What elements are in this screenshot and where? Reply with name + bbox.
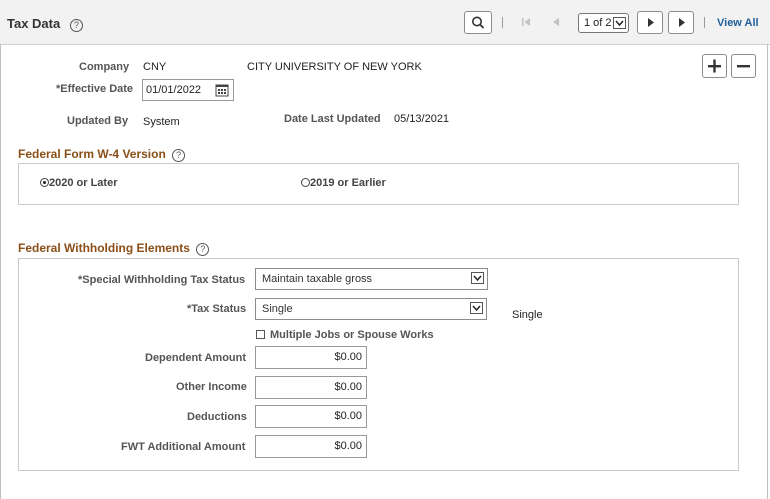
toolbar-separator (502, 17, 503, 28)
w4-option-2019-label: 2019 or Earlier (310, 177, 386, 189)
minus-icon (737, 65, 750, 68)
deductions-label: Deductions (187, 411, 247, 423)
toolbar-separator (704, 17, 705, 28)
radio-unselected-icon[interactable] (301, 178, 310, 187)
checkbox-icon[interactable] (256, 330, 265, 339)
add-row-button[interactable] (702, 54, 727, 78)
last-page-button[interactable] (668, 11, 694, 34)
page-title: Tax Data ? (7, 16, 83, 32)
other-income-field[interactable]: $0.00 (255, 376, 367, 399)
date-last-updated-label: Date Last Updated (284, 113, 381, 125)
plus-icon (708, 59, 721, 73)
w4-option-2019[interactable]: 2019 or Earlier (301, 177, 386, 189)
remove-row-button[interactable] (731, 54, 756, 78)
multiple-jobs-label: Multiple Jobs or Spouse Works (270, 329, 434, 341)
last-icon (679, 18, 685, 27)
company-code: CNY (143, 61, 167, 73)
special-status-value: Maintain taxable gross (262, 273, 373, 285)
help-icon[interactable]: ? (69, 19, 83, 32)
help-icon[interactable]: ? (196, 243, 210, 256)
chevron-down-icon (471, 272, 484, 284)
multiple-jobs-option[interactable]: Multiple Jobs or Spouse Works (256, 329, 434, 341)
tax-status-display: Single (512, 309, 543, 321)
updated-by-label: Updated By (67, 115, 129, 127)
help-icon[interactable]: ? (172, 149, 186, 162)
deductions-field[interactable]: $0.00 (255, 405, 367, 428)
next-icon (648, 18, 654, 27)
tax-status-select[interactable]: Single (255, 298, 487, 320)
tax-status-value: Single (262, 303, 293, 315)
search-icon (472, 16, 485, 29)
tax-status-label: *Tax Status (187, 303, 247, 315)
fwh-section-title-text: Federal Withholding Elements (18, 241, 190, 255)
dependent-amount-label: Dependent Amount (145, 352, 247, 364)
company-name: CITY UNIVERSITY OF NEW YORK (247, 61, 422, 73)
fwt-additional-label: FWT Additional Amount (121, 441, 246, 453)
search-button[interactable] (464, 11, 492, 34)
chevron-down-icon (470, 302, 483, 314)
previous-page-icon[interactable] (550, 16, 562, 28)
chevron-down-icon (613, 17, 626, 29)
view-all-link[interactable]: View All (717, 17, 759, 29)
next-page-button[interactable] (637, 11, 663, 34)
calendar-icon[interactable] (215, 83, 229, 97)
page-select[interactable]: 1 of 2 (578, 13, 629, 33)
company-label: Company (79, 61, 130, 73)
w4-section-title-text: Federal Form W-4 Version (18, 147, 166, 161)
w4-option-2020-label: 2020 or Later (49, 177, 118, 189)
page-select-value: 1 of 2 (584, 17, 612, 29)
other-income-label: Other Income (176, 381, 247, 393)
effective-date-label: *Effective Date (56, 83, 134, 95)
effective-date-value: 01/01/2022 (146, 84, 202, 96)
fwh-section-title: Federal Withholding Elements ? (18, 241, 210, 256)
first-page-icon[interactable] (520, 16, 532, 28)
fwt-additional-field[interactable]: $0.00 (255, 435, 367, 458)
w4-section-title: Federal Form W-4 Version ? (18, 147, 186, 162)
date-last-updated-value: 05/13/2021 (394, 113, 450, 125)
updated-by-value: System (143, 116, 180, 128)
dependent-amount-field[interactable]: $0.00 (255, 346, 367, 369)
special-status-label: *Special Withholding Tax Status (78, 274, 246, 286)
radio-selected-icon[interactable] (40, 178, 49, 187)
special-status-select[interactable]: Maintain taxable gross (255, 268, 488, 290)
page-title-text: Tax Data (7, 16, 61, 31)
effective-date-field[interactable]: 01/01/2022 (142, 79, 234, 101)
w4-option-2020[interactable]: 2020 or Later (40, 177, 117, 189)
